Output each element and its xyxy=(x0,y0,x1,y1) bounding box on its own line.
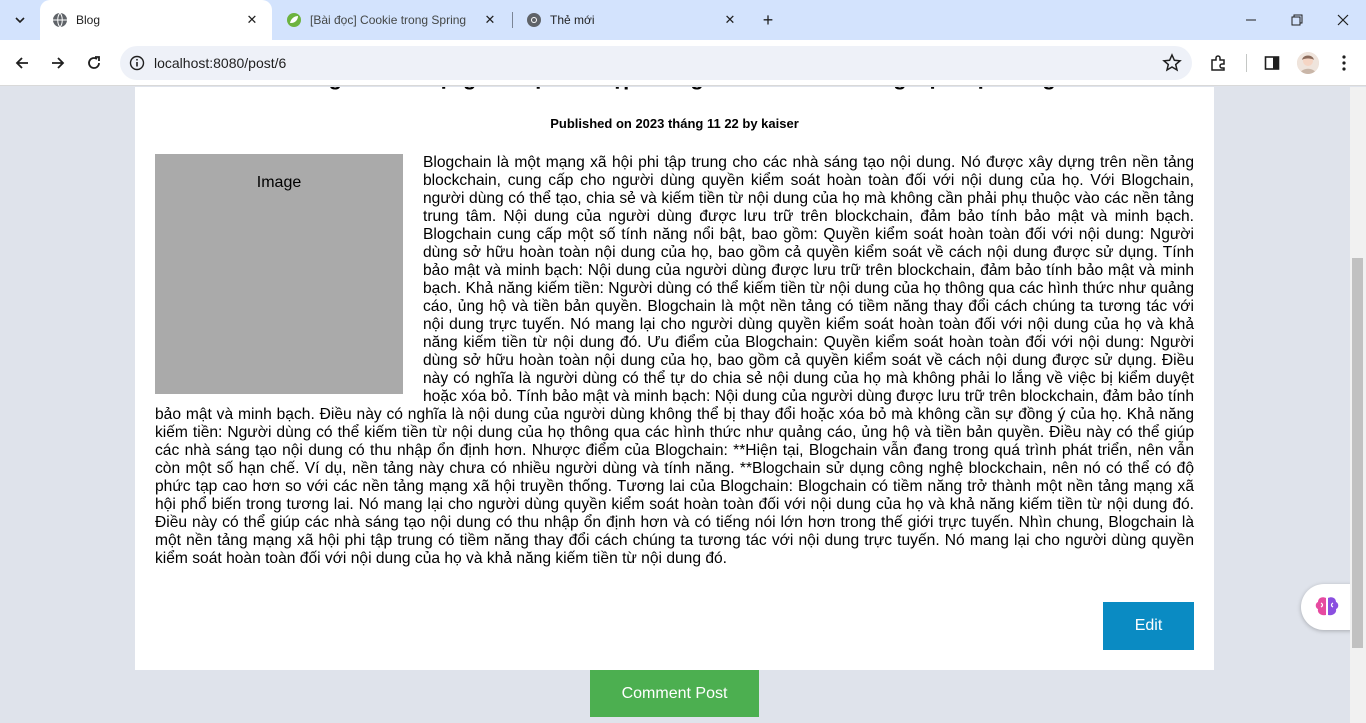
tab-strip: Blog ✕ [Bài đọc] Cookie trong Spring ✕ T… xyxy=(0,0,1366,40)
site-info-icon[interactable] xyxy=(120,46,154,80)
minimize-icon[interactable] xyxy=(1228,0,1274,40)
tab-new-tab[interactable]: Thẻ mới ✕ xyxy=(514,0,750,40)
menu-kebab-icon[interactable] xyxy=(1332,51,1356,75)
tab-divider xyxy=(512,12,513,28)
url-text[interactable]: localhost:8080/post/6 xyxy=(154,55,286,71)
tab-cookie-spring[interactable]: [Bài đọc] Cookie trong Spring ✕ xyxy=(274,0,510,40)
tab-search-icon[interactable] xyxy=(8,8,32,32)
tab-title: [Bài đọc] Cookie trong Spring xyxy=(310,13,467,27)
profile-avatar[interactable] xyxy=(1297,52,1319,74)
tab-blog[interactable]: Blog ✕ xyxy=(40,0,272,40)
close-tab-icon[interactable]: ✕ xyxy=(244,12,260,28)
edit-button[interactable]: Edit xyxy=(1103,602,1194,650)
browser-toolbar: localhost:8080/post/6 xyxy=(0,40,1366,86)
close-window-icon[interactable] xyxy=(1320,0,1366,40)
tab-title: Blog xyxy=(76,13,101,27)
restore-icon[interactable] xyxy=(1274,0,1320,40)
tab-title: Thẻ mới xyxy=(550,13,595,27)
forward-icon[interactable] xyxy=(42,47,74,79)
extensions-icon[interactable] xyxy=(1206,51,1230,75)
post-content: Image Blogchain là một mạng xã hội phi t… xyxy=(155,154,1194,568)
back-icon[interactable] xyxy=(6,47,38,79)
assistant-widget[interactable] xyxy=(1301,584,1353,630)
address-bar[interactable]: localhost:8080/post/6 xyxy=(120,46,1192,80)
comment-post-button[interactable]: Comment Post xyxy=(590,670,759,717)
scrollbar-thumb[interactable] xyxy=(1352,258,1363,648)
page-viewport: Blogchain - Mạng Xã Hội Phi Tập Trung Ch… xyxy=(0,87,1366,723)
image-label: Image xyxy=(256,174,302,191)
spring-leaf-icon xyxy=(287,13,301,27)
bookmark-star-icon[interactable] xyxy=(1162,53,1182,73)
close-tab-icon[interactable]: ✕ xyxy=(722,12,738,28)
post-image-placeholder: Image xyxy=(155,154,403,394)
close-tab-icon[interactable]: ✕ xyxy=(482,12,498,28)
brain-icon xyxy=(1315,597,1339,616)
post-title: Blogchain - Mạng Xã Hội Phi Tập Trung Ch… xyxy=(135,87,1214,95)
globe-icon xyxy=(53,12,67,28)
chrome-icon xyxy=(527,13,541,27)
reload-icon[interactable] xyxy=(78,47,110,79)
post-meta: Published on 2023 tháng 11 22 by kaiser xyxy=(550,116,799,131)
side-panel-icon[interactable] xyxy=(1260,51,1284,75)
post-card: Blogchain - Mạng Xã Hội Phi Tập Trung Ch… xyxy=(135,87,1214,670)
new-tab-icon[interactable]: + xyxy=(756,8,780,32)
toolbar-divider xyxy=(1246,54,1247,72)
